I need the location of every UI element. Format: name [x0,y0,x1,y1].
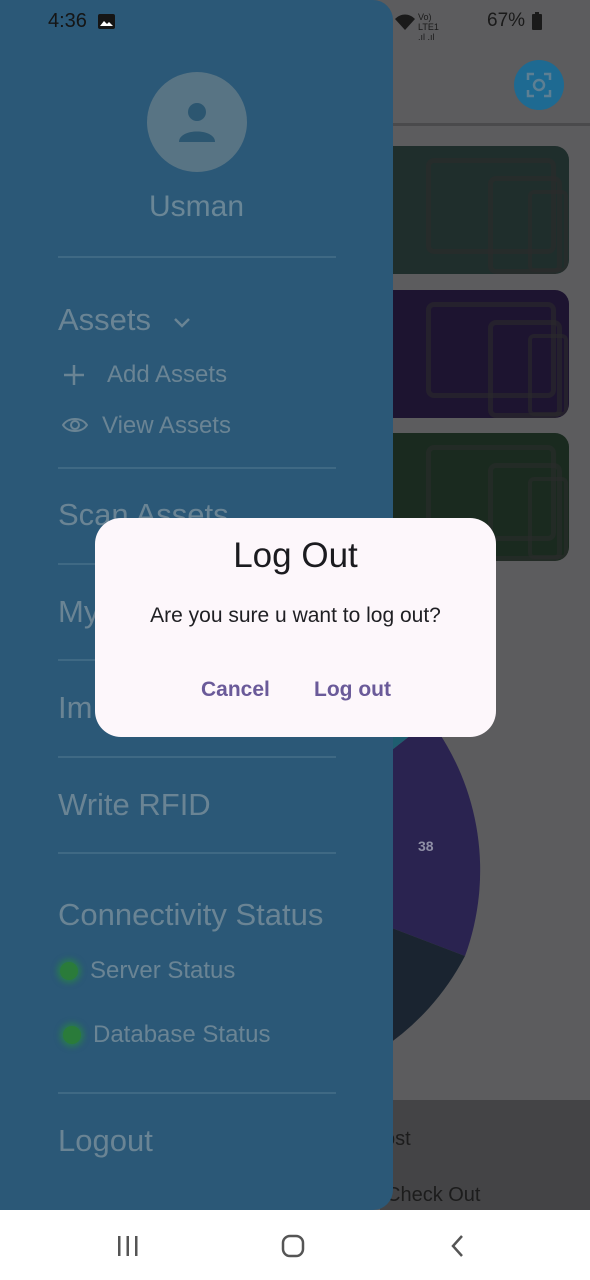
gallery-icon [98,14,115,29]
confirm-logout-button[interactable]: Log out [314,678,391,702]
list-item[interactable]: Check Out [386,1184,480,1207]
pie-value-label: 38 [418,838,434,854]
plus-icon [64,365,84,385]
connectivity-header: Connectivity Status [58,897,324,932]
dialog-title: Log Out [233,536,358,575]
divider [58,1092,336,1094]
dialog-message: Are you sure u want to log out? [150,604,441,627]
menu-logout[interactable]: Logout [58,1123,153,1159]
wifi-icon [395,14,415,30]
menu-assets-header[interactable]: Assets [58,302,192,338]
menu-assets-label: Assets [58,302,152,337]
asset-card[interactable] [378,146,569,274]
status-time: 4:36 [48,10,87,32]
divider [58,852,336,854]
asset-card[interactable] [378,290,569,418]
database-status-label: Database Status [93,1021,271,1048]
scan-icon [526,72,552,98]
chevron-down-icon [173,318,190,328]
add-assets-label: Add Assets [107,361,228,388]
network-indicator: Vo) LTE1 .ıl .ıl [418,12,439,42]
menu-my-item[interactable]: My [58,594,99,630]
username: Usman [148,190,245,223]
server-status-label: Server Status [90,957,236,984]
status-bar: 4:36 Vo) LTE1 .ıl .ıl 67% [0,0,590,44]
view-assets-label: View Assets [102,412,231,439]
system-nav-bar [0,1210,590,1280]
avatar [147,72,247,172]
menu-write-rfid[interactable]: Write RFID [58,787,211,823]
eye-icon [62,418,88,432]
menu-im-item[interactable]: Im [58,690,92,726]
battery-icon [532,12,542,30]
server-status-indicator [60,962,78,980]
database-status-indicator [63,1026,81,1044]
app-bar-divider [390,123,590,126]
divider [58,256,336,258]
divider [58,467,336,469]
divider [58,756,336,758]
scan-button[interactable] [514,60,564,110]
recent-apps-icon[interactable] [117,1236,139,1256]
home-icon[interactable] [281,1234,305,1258]
cancel-button[interactable]: Cancel [201,678,270,702]
person-icon [179,103,215,142]
battery-level: 67% [487,10,526,31]
back-icon[interactable] [450,1234,466,1258]
